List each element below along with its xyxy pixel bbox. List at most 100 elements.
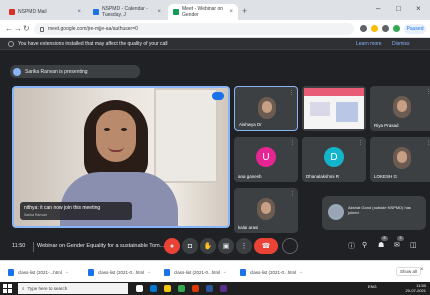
taskbar-clock[interactable]: 11:50 20-07-2021: [404, 283, 426, 293]
url-text: meet.google.com/jre-mjje-aa/authuser=0: [48, 26, 138, 32]
tile-options-icon[interactable]: [212, 92, 224, 100]
info-icon: [8, 40, 14, 47]
mic-off-icon: ⋮: [426, 140, 430, 146]
camera-toggle-button[interactable]: ◘: [182, 238, 198, 254]
minimize-icon[interactable]: –: [376, 4, 380, 13]
forward-icon[interactable]: →: [14, 24, 22, 33]
system-tray[interactable]: ENG: [368, 284, 377, 289]
extension-notice-bar: You have extensions installed that may a…: [0, 38, 430, 50]
windows-start-icon[interactable]: [3, 284, 12, 293]
extension-icon[interactable]: [360, 25, 367, 32]
info-icon[interactable]: ⓘ: [348, 241, 355, 251]
tab-mail[interactable]: NSPMD Mail ×: [4, 4, 86, 20]
lock-icon: [40, 26, 44, 32]
close-tab-icon[interactable]: ×: [229, 9, 233, 15]
show-all-button[interactable]: Show all: [396, 267, 422, 276]
people-icon[interactable]: ⚲: [362, 241, 367, 249]
presenting-banner[interactable]: Sarika Ranvan is presenting: [10, 65, 140, 78]
mic-toggle-button[interactable]: ●: [164, 238, 180, 254]
new-tab-icon[interactable]: +: [242, 6, 247, 16]
learn-more-link[interactable]: Learn more: [356, 41, 382, 47]
participant-face: [96, 110, 136, 162]
reload-icon[interactable]: ↻: [23, 24, 30, 33]
participant-avatar: D: [324, 147, 344, 167]
chat-count-badge: 3: [397, 236, 404, 241]
taskbar-search-input[interactable]: ⌕ Type here to search: [18, 283, 128, 294]
chevron-up-icon[interactable]: ^: [300, 270, 302, 275]
download-item[interactable]: class-list (2021-0...html ^: [240, 266, 302, 278]
download-label: class-list (2021-0...html: [98, 269, 145, 275]
participant-tile[interactable]: ⋮ Aishwya Dr: [234, 86, 298, 131]
captions-button[interactable]: [282, 238, 298, 254]
file-icon: [8, 268, 14, 276]
search-icon: ⌕: [22, 286, 25, 291]
mail-favicon-icon: [9, 9, 15, 15]
close-window-icon[interactable]: ×: [416, 4, 421, 13]
word-icon[interactable]: [206, 285, 213, 292]
participant-avatar: U: [256, 147, 276, 167]
participant-tile[interactable]: ⋮ Riya Prasad: [370, 86, 430, 131]
mic-icon: ⋮: [289, 90, 294, 96]
activities-icon[interactable]: ◫: [410, 241, 417, 249]
participant-name: ana ganesh: [238, 174, 262, 179]
app-icon[interactable]: [220, 285, 227, 292]
task-view-icon[interactable]: [136, 285, 143, 292]
file-icon: [240, 268, 246, 276]
participant-photo: [393, 96, 411, 118]
leave-call-button[interactable]: ☎: [254, 238, 278, 254]
office-icon[interactable]: [192, 285, 199, 292]
participant-name: Aishwya Dr: [239, 122, 262, 127]
slide-thumbnail: [304, 88, 364, 129]
participant-tile[interactable]: ⋮ LOKESH G: [370, 137, 430, 182]
more-options-button[interactable]: ⋮: [236, 238, 252, 254]
downloads-bar: class-list (2021-...html ^ class-list (2…: [0, 260, 430, 282]
main-video-tile[interactable]: nithya: it can now join this meeting Sar…: [12, 86, 230, 228]
download-item[interactable]: class-list (2021-...html ^: [8, 266, 68, 278]
extension-icon[interactable]: [382, 25, 389, 32]
chevron-up-icon[interactable]: ^: [148, 270, 150, 275]
dismiss-link[interactable]: Dismiss: [392, 41, 410, 47]
chevron-up-icon[interactable]: ^: [224, 270, 226, 275]
close-tab-icon[interactable]: ×: [157, 9, 161, 15]
raise-hand-button[interactable]: ✋: [200, 238, 216, 254]
tab-calendar[interactable]: NSPMD - Calendar - Tuesday, J ×: [88, 4, 166, 20]
participant-eye: [121, 128, 127, 131]
chat-icon[interactable]: ✉ 3: [394, 236, 404, 249]
url-field[interactable]: meet.google.com/jre-mjje-aa/authuser=0: [34, 23, 354, 35]
tab-meet[interactable]: Meet - Webinar on Gender ×: [168, 4, 238, 20]
shared-slide-tile[interactable]: [302, 86, 366, 131]
participants-count-badge: 8: [381, 236, 388, 241]
maximize-icon[interactable]: □: [396, 4, 401, 13]
caption-text: nithya: it can now join this meeting: [24, 205, 101, 211]
address-bar: ← → ↻ meet.google.com/jre-mjje-aa/authus…: [0, 20, 430, 38]
caption-box: nithya: it can now join this meeting Sar…: [20, 202, 132, 220]
download-item[interactable]: class-list (2021-0...html ^: [88, 266, 150, 278]
participant-photo: [258, 97, 276, 119]
participant-photo: [257, 198, 275, 220]
notice-text: You have extensions installed that may a…: [18, 40, 168, 47]
join-notification: Akshat Gond (outside NSPMD) has joined: [322, 196, 426, 230]
extension-icon[interactable]: [393, 25, 400, 32]
close-tab-icon[interactable]: ×: [77, 9, 81, 15]
divider: [33, 242, 34, 252]
participant-tile[interactable]: D ⋮ Dhanalakshmi R: [302, 137, 366, 182]
participant-tile[interactable]: U ⋮ ana ganesh: [234, 137, 298, 182]
participant-tile[interactable]: ⋮ kalai arasi: [234, 188, 298, 233]
chevron-up-icon[interactable]: ^: [66, 270, 68, 275]
chrome-icon[interactable]: [178, 285, 185, 292]
caption-speaker: Sarika Ranvan: [24, 213, 47, 217]
present-button[interactable]: ▣: [218, 238, 234, 254]
mic-off-icon: ⋮: [290, 140, 295, 146]
profile-paused-button[interactable]: Paused: [404, 24, 426, 34]
tab-label: NSPMD Mail: [18, 9, 47, 15]
close-downloads-icon[interactable]: ×: [420, 267, 424, 273]
participants-icon[interactable]: ☗ 8: [378, 236, 388, 249]
present-screen-icon: [13, 67, 21, 76]
back-icon[interactable]: ←: [5, 24, 13, 33]
participant-name: Riya Prasad: [374, 123, 399, 128]
edge-icon[interactable]: [150, 285, 157, 292]
file-explorer-icon[interactable]: [164, 285, 171, 292]
tab-label: NSPMD - Calendar - Tuesday, J: [102, 6, 148, 18]
download-item[interactable]: class-list (2021-0...html ^: [164, 266, 226, 278]
extension-icon[interactable]: [371, 25, 378, 32]
